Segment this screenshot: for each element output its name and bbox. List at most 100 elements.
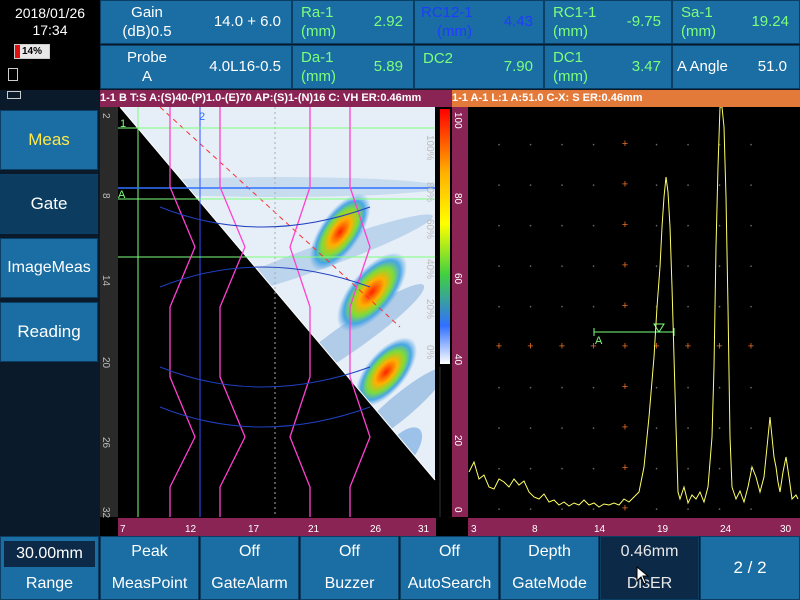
grid-mark: • <box>718 508 720 514</box>
status-panel: 2018/01/26 17:34 14% <box>0 0 100 99</box>
cursor-2-label: 2 <box>199 111 205 123</box>
param-value: 3.47 <box>631 58 661 75</box>
param-value: 4.43 <box>503 13 533 30</box>
grid-mark: • <box>750 265 752 271</box>
menu-imagemeas[interactable]: ImageMeas <box>0 238 98 298</box>
gate-a-label: A <box>595 335 603 347</box>
menu-meas[interactable]: Meas <box>0 110 98 170</box>
param-cell: Ra-1 (mm) 2.92 <box>292 0 414 44</box>
grid-mark: • <box>498 508 500 514</box>
x-tick: 21 <box>308 524 320 535</box>
softkey-buzzer-button[interactable]: Off Buzzer <box>300 536 399 600</box>
grid-mark: • <box>529 427 531 433</box>
param-unit: (mm) <box>681 23 716 40</box>
grid-mark: • <box>592 224 594 230</box>
amp-tick: 80 <box>452 193 463 205</box>
softkey-range-button[interactable]: 30.00mm Range <box>0 536 99 600</box>
grid-mark: • <box>561 305 563 311</box>
param-unit: (mm) <box>301 23 336 40</box>
grid-mark: • <box>529 508 531 514</box>
grid-mark: • <box>529 265 531 271</box>
softkey-autosearch-button[interactable]: Off AutoSearch <box>400 536 499 600</box>
depth-tick: 20 <box>100 357 111 369</box>
grid-mark: • <box>655 427 657 433</box>
softkey-label: AutoSearch <box>407 575 492 592</box>
softkey-gatealarm-button[interactable]: Off GateAlarm <box>200 536 299 600</box>
param-value: 4.0L16-0.5 <box>209 58 281 75</box>
grid-mark: • <box>655 467 657 473</box>
color-tick: 40% <box>424 259 435 279</box>
grid-mark: + <box>622 138 628 150</box>
grid-mark: + <box>622 179 628 191</box>
softkey-value: Off <box>338 543 361 560</box>
param-unit: (mm) <box>301 68 336 85</box>
grid-mark: • <box>498 386 500 392</box>
grid-mark: • <box>592 305 594 311</box>
param-cell: Probe A 4.0L16-0.5 <box>100 45 292 89</box>
grid-mark: • <box>592 184 594 190</box>
grid-mark: • <box>718 467 720 473</box>
menu-reading[interactable]: Reading <box>0 302 98 362</box>
softkey-value: Depth <box>528 543 571 560</box>
param-cell: RC12-1 (mm) 4.43 <box>414 0 544 44</box>
amp-tick: 60 <box>452 273 463 285</box>
battery-label: 14% <box>21 46 42 57</box>
grid-mark: • <box>655 508 657 514</box>
param-label: Probe <box>126 49 168 66</box>
grid-mark: • <box>655 224 657 230</box>
grid-mark: • <box>498 427 500 433</box>
grid-mark: • <box>718 427 720 433</box>
grid-mark: • <box>529 467 531 473</box>
param-cell: A Angle 51.0 <box>672 45 800 89</box>
grid-mark: • <box>687 184 689 190</box>
softkey-label: Buzzer <box>324 575 375 592</box>
grid-mark: • <box>561 184 563 190</box>
grid-mark: + <box>622 300 628 312</box>
param-unit: (mm) <box>437 23 472 40</box>
ascan-view[interactable]: 100 80 60 40 20 0 • • • • • + • • • • • • • • • + • • • • • •… <box>452 107 800 536</box>
grid-mark: + <box>622 503 628 515</box>
depth-tick: 32 <box>100 507 111 519</box>
usb-icon <box>7 91 21 99</box>
param-cell: RC1-1 (mm) -9.75 <box>544 0 672 44</box>
softkey-measpoint-button[interactable]: Peak MeasPoint <box>100 536 199 600</box>
grid-mark: • <box>498 305 500 311</box>
grid-mark: • <box>529 184 531 190</box>
grid-mark: + <box>622 341 628 353</box>
softkey-value: Off <box>438 543 461 560</box>
depth-tick: 14 <box>100 275 111 287</box>
param-label: Da-1 <box>301 49 334 66</box>
menu-gate[interactable]: Gate <box>0 174 98 234</box>
grid-mark: • <box>687 224 689 230</box>
grid-mark: • <box>718 386 720 392</box>
x-tick: 31 <box>418 524 430 535</box>
grid-mark: • <box>687 143 689 149</box>
x-tick: 14 <box>594 524 606 535</box>
grid-mark: + <box>748 341 754 353</box>
softkey-value: 30.00mm <box>4 541 95 567</box>
param-value: -9.75 <box>626 13 661 30</box>
grid-mark: • <box>561 265 563 271</box>
param-label: Gain <box>131 4 163 21</box>
param-cell: Da-1 (mm) 5.89 <box>292 45 414 89</box>
softkey-gatemode-button[interactable]: Depth GateMode <box>500 536 599 600</box>
grid-mark: + <box>716 341 722 353</box>
param-label: A Angle <box>677 58 728 75</box>
x-tick: 26 <box>370 524 382 535</box>
sscan-header: 1-1 B T:S A:(S)40-(P)1.0-(E)70 AP:(S)1-(… <box>100 90 452 107</box>
grid-mark: • <box>750 184 752 190</box>
sscan-view[interactable]: 1 2 A 2 8 14 20 26 32 100% 80% 60% 40% 2… <box>100 107 452 536</box>
softkey-value: 0.46mm <box>620 543 679 560</box>
grid-mark: + <box>527 341 533 353</box>
page-indicator-button[interactable]: 2 / 2 <box>700 536 800 600</box>
sd-card-icon <box>8 68 18 81</box>
grid-mark: • <box>498 265 500 271</box>
cursor-1-label: 1 <box>120 118 126 130</box>
grid-mark: • <box>561 143 563 149</box>
x-tick: 3 <box>471 524 477 535</box>
grid-mark: • <box>718 184 720 190</box>
grid-mark: • <box>687 467 689 473</box>
grid-mark: • <box>498 143 500 149</box>
amp-tick: 20 <box>452 435 463 447</box>
ascan-x-ruler <box>468 518 800 536</box>
